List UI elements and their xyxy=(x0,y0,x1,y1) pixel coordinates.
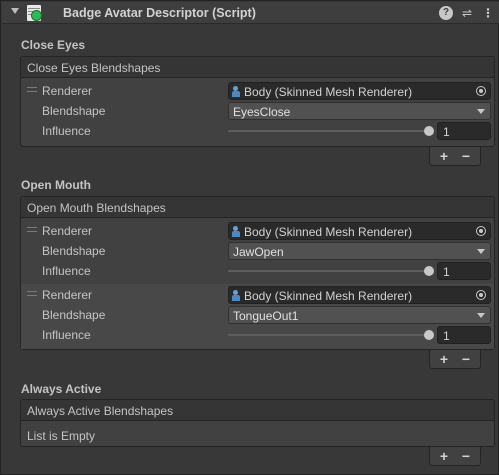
blendshape-value: EyesClose xyxy=(233,105,291,119)
object-picker-icon[interactable] xyxy=(476,86,486,96)
influence-slider[interactable] xyxy=(228,130,430,132)
component-header[interactable]: Badge Avatar Descriptor (Script) ? ⇌ ⋮ xyxy=(2,2,499,24)
blendshape-label: Blendshape xyxy=(42,308,106,322)
section-title-open-mouth: Open Mouth xyxy=(21,178,91,192)
blendshape-dropdown[interactable]: JawOpen xyxy=(228,242,491,260)
slider-thumb[interactable] xyxy=(424,266,434,276)
list-header-label: Always Active Blendshapes xyxy=(27,404,174,418)
influence-slider[interactable] xyxy=(228,334,430,336)
list-element[interactable]: Renderer Body (Skinned Mesh Renderer) Bl… xyxy=(21,218,494,284)
list-header: Always Active Blendshapes xyxy=(21,400,494,421)
list-header: Open Mouth Blendshapes xyxy=(21,197,494,218)
inspector-panel: Badge Avatar Descriptor (Script) ? ⇌ ⋮ C… xyxy=(0,0,499,475)
preset-icon[interactable]: ⇌ xyxy=(460,6,474,20)
skinned-mesh-icon xyxy=(232,226,241,237)
influence-value: 1 xyxy=(443,265,450,279)
renderer-label: Renderer xyxy=(42,288,93,302)
list-header-label: Open Mouth Blendshapes xyxy=(27,201,166,215)
foldout-arrow-icon[interactable] xyxy=(11,8,19,14)
close-eyes-list: Close Eyes Blendshapes Renderer Body (Sk… xyxy=(20,56,495,147)
skinned-mesh-icon xyxy=(232,290,241,301)
menu-icon[interactable]: ⋮ xyxy=(481,6,495,20)
help-icon[interactable]: ? xyxy=(439,6,453,20)
renderer-label: Renderer xyxy=(42,84,93,98)
influence-field[interactable]: 1 xyxy=(437,326,491,344)
list-footer: + − xyxy=(429,147,481,166)
remove-element-button[interactable]: − xyxy=(455,350,477,368)
renderer-value: Body (Skinned Mesh Renderer) xyxy=(244,225,413,239)
list-footer: + − xyxy=(429,447,481,466)
component-title: Badge Avatar Descriptor (Script) xyxy=(63,6,256,20)
add-element-button[interactable]: + xyxy=(433,447,455,465)
object-picker-icon[interactable] xyxy=(476,290,486,300)
list-footer: + − xyxy=(429,350,481,369)
blendshape-label: Blendshape xyxy=(42,104,106,118)
renderer-value: Body (Skinned Mesh Renderer) xyxy=(244,289,413,303)
influence-field[interactable]: 1 xyxy=(437,122,491,140)
list-header-label: Close Eyes Blendshapes xyxy=(27,61,161,75)
drag-handle-icon[interactable] xyxy=(27,291,37,296)
drag-handle-icon[interactable] xyxy=(27,87,37,92)
empty-list-text: List is Empty xyxy=(27,429,96,443)
renderer-label: Renderer xyxy=(42,224,93,238)
renderer-field[interactable]: Body (Skinned Mesh Renderer) xyxy=(228,286,491,304)
renderer-field[interactable]: Body (Skinned Mesh Renderer) xyxy=(228,82,491,100)
skinned-mesh-icon xyxy=(232,86,241,97)
section-title-always-active: Always Active xyxy=(21,382,102,396)
section-title-close-eyes: Close Eyes xyxy=(21,38,86,52)
influence-slider[interactable] xyxy=(228,270,430,272)
blendshape-dropdown[interactable]: TongueOut1 xyxy=(228,306,491,324)
add-element-button[interactable]: + xyxy=(433,350,455,368)
chevron-down-icon xyxy=(477,109,485,114)
blendshape-label: Blendshape xyxy=(42,244,106,258)
influence-label: Influence xyxy=(42,264,91,278)
drag-handle-icon[interactable] xyxy=(27,227,37,232)
object-picker-icon[interactable] xyxy=(476,226,486,236)
chevron-down-icon xyxy=(477,249,485,254)
renderer-value: Body (Skinned Mesh Renderer) xyxy=(244,85,413,99)
slider-thumb[interactable] xyxy=(424,330,434,340)
blendshape-value: TongueOut1 xyxy=(233,309,299,323)
blendshape-dropdown[interactable]: EyesClose xyxy=(228,102,491,120)
slider-thumb[interactable] xyxy=(424,126,434,136)
always-active-list: Always Active Blendshapes List is Empty xyxy=(20,399,495,447)
renderer-field[interactable]: Body (Skinned Mesh Renderer) xyxy=(228,222,491,240)
influence-label: Influence xyxy=(42,124,91,138)
open-mouth-list: Open Mouth Blendshapes Renderer Body (Sk… xyxy=(20,196,495,350)
list-element[interactable]: Renderer Body (Skinned Mesh Renderer) Bl… xyxy=(21,284,494,349)
influence-field[interactable]: 1 xyxy=(437,262,491,280)
blendshape-value: JawOpen xyxy=(233,245,284,259)
add-element-button[interactable]: + xyxy=(433,147,455,165)
list-header: Close Eyes Blendshapes xyxy=(21,57,494,78)
remove-element-button[interactable]: − xyxy=(455,447,477,465)
influence-value: 1 xyxy=(443,125,450,139)
list-element[interactable]: Renderer Body (Skinned Mesh Renderer) Bl… xyxy=(21,78,494,146)
script-icon xyxy=(27,5,42,21)
remove-element-button[interactable]: − xyxy=(455,147,477,165)
influence-label: Influence xyxy=(42,328,91,342)
chevron-down-icon xyxy=(477,313,485,318)
influence-value: 1 xyxy=(443,329,450,343)
